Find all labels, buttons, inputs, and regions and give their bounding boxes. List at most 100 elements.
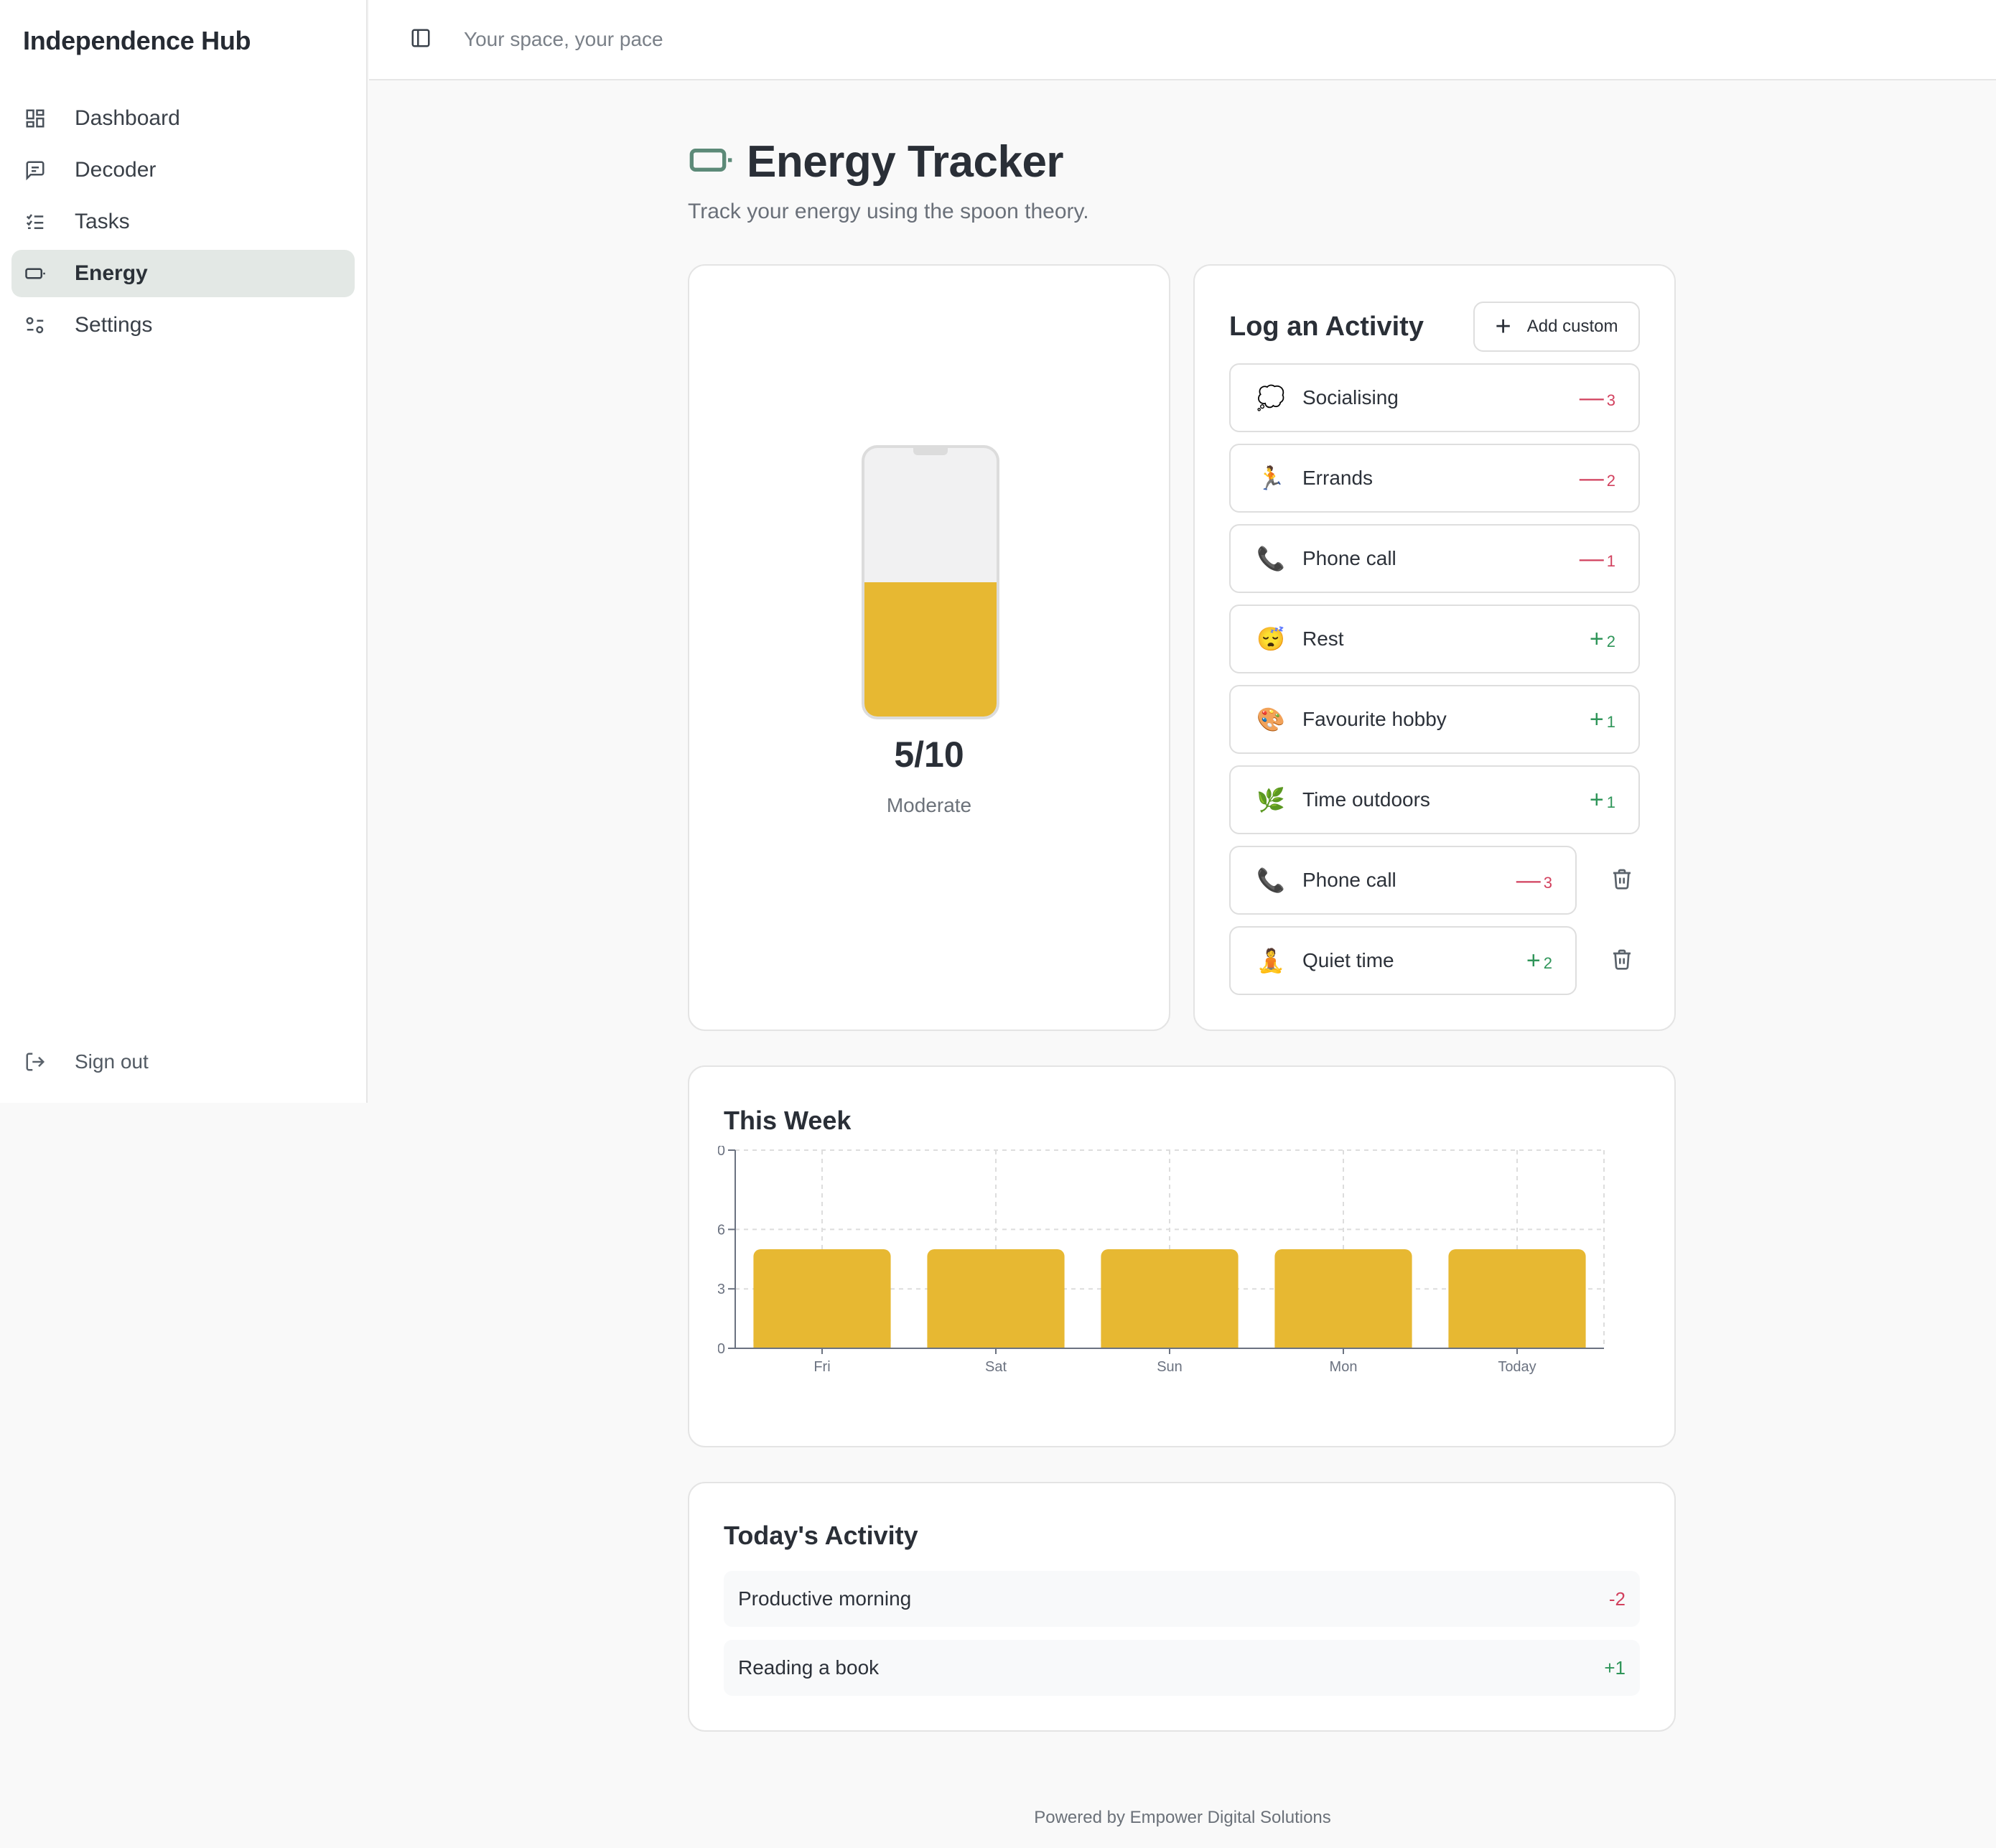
sidebar-item-settings[interactable]: Settings <box>11 302 355 349</box>
trash-icon <box>1610 948 1633 974</box>
battery-nub <box>913 448 948 455</box>
x-tick-label: Sun <box>1157 1359 1183 1375</box>
bar-base <box>753 1340 891 1348</box>
delete-activity-button[interactable] <box>1604 943 1640 979</box>
x-tick-label: Fri <box>813 1359 830 1375</box>
plus-icon: + <box>1495 312 1511 342</box>
activity-name: Reading a book <box>738 1656 880 1679</box>
sleeping-face-icon: 😴 <box>1256 626 1285 652</box>
delete-activity-button[interactable] <box>1604 862 1640 898</box>
sidebar-item-decoder[interactable]: Decoder <box>11 146 355 194</box>
activity-button-rest[interactable]: 😴 Rest +2 <box>1229 605 1640 673</box>
dashboard-grid-icon <box>23 106 47 131</box>
energy-level-label: Moderate <box>886 794 972 816</box>
add-custom-button[interactable]: + Add custom <box>1473 302 1640 352</box>
bar <box>1448 1249 1586 1348</box>
activity-name: Phone call <box>1302 547 1396 569</box>
top-header: Your space, your pace <box>369 0 1996 80</box>
bar <box>927 1249 1065 1348</box>
bar-base <box>1274 1340 1412 1348</box>
sidebar-item-energy[interactable]: Energy <box>11 250 355 297</box>
meditation-icon: 🧘 <box>1256 948 1285 974</box>
activity-button-time-outdoors[interactable]: 🌿 Time outdoors +1 <box>1229 765 1640 834</box>
log-activity-card: Log an Activity + Add custom 💭 Socialisi… <box>1193 264 1676 1031</box>
sidebar-nav: Dashboard Decoder Tasks Energy Settings <box>11 95 355 353</box>
sliders-icon <box>23 313 47 337</box>
activity-name: Time outdoors <box>1302 788 1430 811</box>
activity-delta: —3 <box>1516 866 1552 894</box>
bar-base <box>1101 1340 1239 1348</box>
activity-button-errands[interactable]: 🏃 Errands —2 <box>1229 444 1640 513</box>
checklist-icon <box>23 210 47 234</box>
activity-name: Socialising <box>1302 386 1399 409</box>
activity-button-phone-call[interactable]: 📞 Phone call —1 <box>1229 524 1640 593</box>
trash-icon <box>1610 867 1633 894</box>
panel-left-icon <box>410 27 432 52</box>
y-tick-label: 6 <box>718 1222 725 1238</box>
activity-button-phone-call-custom[interactable]: 📞 Phone call —3 <box>1229 846 1577 915</box>
activity-name: Productive morning <box>738 1587 912 1610</box>
todays-activity-card: Today's Activity Productive morning -2 R… <box>688 1482 1676 1732</box>
activity-delta: +1 <box>1589 785 1615 813</box>
page-subtitle: Track your energy using the spoon theory… <box>688 200 1089 223</box>
sidebar-item-dashboard[interactable]: Dashboard <box>11 95 355 142</box>
activity-delta: +1 <box>1589 705 1615 733</box>
sign-out-button[interactable]: Sign out <box>23 1050 149 1074</box>
bar-base <box>927 1340 1065 1348</box>
bar <box>1101 1249 1239 1348</box>
bar <box>753 1249 891 1348</box>
weekly-energy-bar-chart: 0 3 6 10 Fri Sat Sun Mon Today <box>718 1146 1605 1375</box>
activity-delta: -2 <box>1608 1587 1626 1610</box>
activity-name: Quiet time <box>1302 949 1394 971</box>
sidebar: Independence Hub Dashboard Decoder Tasks… <box>0 0 368 1103</box>
activity-delta: +2 <box>1589 625 1615 653</box>
y-tick-label: 10 <box>718 1146 725 1159</box>
activity-name: Rest <box>1302 627 1344 650</box>
energy-level-card: 5/10 Moderate <box>688 264 1170 1031</box>
header-tagline: Your space, your pace <box>464 28 663 50</box>
message-square-icon <box>23 158 47 182</box>
battery-icon <box>688 137 734 187</box>
activity-delta: +1 <box>1604 1656 1626 1679</box>
todays-activity-title: Today's Activity <box>724 1521 918 1550</box>
sidebar-toggle-button[interactable] <box>399 18 442 61</box>
sidebar-item-tasks[interactable]: Tasks <box>11 198 355 246</box>
energy-level-value: 5/10 <box>894 734 964 775</box>
sidebar-item-label: Decoder <box>75 158 157 182</box>
activity-name: Errands <box>1302 467 1374 489</box>
energy-battery-gauge <box>862 445 999 719</box>
activity-button-quiet-time[interactable]: 🧘 Quiet time +2 <box>1229 926 1577 995</box>
footer-credit: Powered by Empower Digital Solutions <box>1034 1808 1331 1827</box>
palette-icon: 🎨 <box>1256 706 1285 732</box>
x-tick-label: Today <box>1498 1359 1536 1375</box>
y-tick-label: 3 <box>718 1282 725 1297</box>
activity-delta: +2 <box>1526 946 1552 974</box>
add-custom-label: Add custom <box>1526 317 1618 336</box>
sidebar-item-label: Energy <box>75 261 148 285</box>
brand-title: Independence Hub <box>23 26 251 55</box>
herb-icon: 🌿 <box>1256 787 1285 813</box>
bar <box>1274 1249 1412 1348</box>
log-activity-title: Log an Activity <box>1229 312 1424 342</box>
sidebar-item-label: Dashboard <box>75 106 180 130</box>
battery-icon <box>23 261 47 286</box>
x-tick-label: Mon <box>1330 1359 1358 1375</box>
thought-bubble-icon: 💭 <box>1256 385 1285 411</box>
phone-icon: 📞 <box>1256 546 1285 571</box>
list-item: Productive morning -2 <box>724 1571 1640 1627</box>
bar-base <box>1448 1340 1586 1348</box>
running-person-icon: 🏃 <box>1256 465 1285 491</box>
sidebar-item-label: Settings <box>75 313 153 337</box>
sign-out-label: Sign out <box>75 1050 149 1073</box>
weekly-chart-title: This Week <box>724 1106 852 1135</box>
activity-button-socialising[interactable]: 💭 Socialising —3 <box>1229 363 1640 432</box>
battery-fill <box>864 582 997 717</box>
page-heading: Energy Tracker <box>747 137 1064 187</box>
y-tick-label: 0 <box>718 1341 725 1357</box>
log-out-icon <box>23 1050 47 1074</box>
sidebar-item-label: Tasks <box>75 210 130 233</box>
activity-button-favourite-hobby[interactable]: 🎨 Favourite hobby +1 <box>1229 685 1640 754</box>
page-title: Energy Tracker <box>688 136 1064 187</box>
activity-name: Phone call <box>1302 869 1396 891</box>
phone-icon: 📞 <box>1256 867 1285 893</box>
